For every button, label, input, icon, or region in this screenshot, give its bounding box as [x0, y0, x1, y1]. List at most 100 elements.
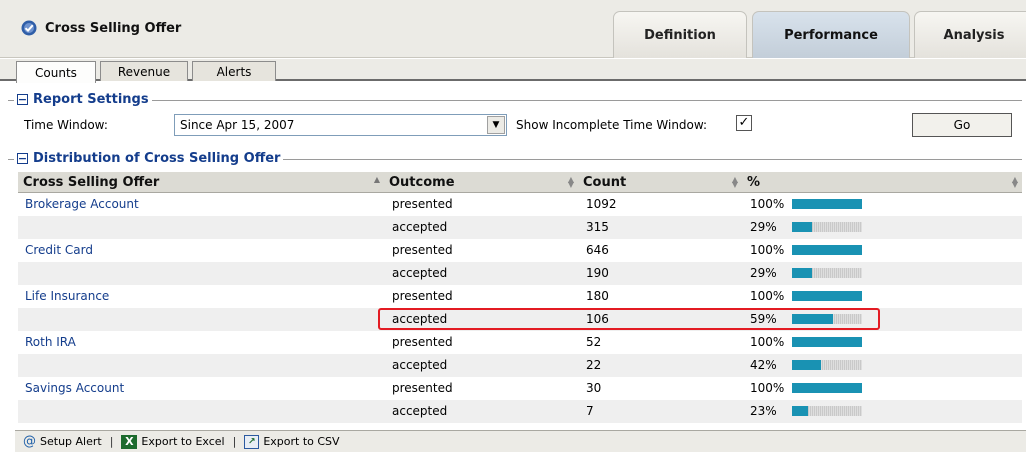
- at-sign-icon: @: [23, 434, 36, 449]
- subtab-revenue[interactable]: Revenue: [100, 61, 188, 81]
- outcome-cell: presented: [392, 197, 453, 211]
- column-header-count-label: Count: [583, 175, 627, 190]
- distribution-title: Distribution of Cross Selling Offer: [33, 151, 281, 166]
- outcome-cell: accepted: [392, 404, 448, 418]
- table-row: accepted 190 29%: [18, 262, 1022, 285]
- time-window-select[interactable]: Since Apr 15, 2007 ▼: [174, 114, 507, 136]
- offer-link[interactable]: Roth IRA: [25, 335, 76, 349]
- report-settings-header[interactable]: − Report Settings: [14, 92, 152, 107]
- percent-bar: [792, 222, 862, 232]
- report-settings-row: Time Window: Since Apr 15, 2007 ▼ Show I…: [0, 110, 1026, 140]
- table-row: Brokerage Account presented 1092 100%: [18, 193, 1022, 216]
- tab-definition-label: Definition: [644, 27, 716, 43]
- percent-bar-fill: [792, 199, 862, 209]
- table-row: Savings Account presented 30 100%: [18, 377, 1022, 400]
- outcome-cell: presented: [392, 289, 453, 303]
- sort-icon: ▲ ▼: [567, 175, 574, 189]
- table-row: accepted 315 29%: [18, 216, 1022, 239]
- collapse-icon[interactable]: −: [17, 94, 28, 105]
- pct-cell: 42%: [750, 358, 777, 372]
- pct-cell: 59%: [750, 312, 777, 326]
- count-cell: 7: [586, 404, 594, 418]
- percent-bar-fill: [792, 360, 821, 370]
- percent-bar: [792, 383, 862, 393]
- column-header-outcome[interactable]: Outcome ▲ ▼: [384, 172, 578, 193]
- count-cell: 180: [586, 289, 609, 303]
- percent-bar: [792, 406, 862, 416]
- app-title-text: Cross Selling Offer: [45, 20, 182, 36]
- outcome-cell: accepted: [392, 266, 448, 280]
- setup-alert-button[interactable]: @ Setup Alert: [23, 434, 102, 449]
- subtab-alerts-label: Alerts: [216, 64, 252, 79]
- subtab-alerts[interactable]: Alerts: [192, 61, 276, 81]
- outcome-cell: accepted: [392, 312, 448, 326]
- tab-performance[interactable]: Performance: [752, 11, 910, 58]
- subtab-revenue-label: Revenue: [117, 64, 171, 79]
- pct-cell: 23%: [750, 404, 777, 418]
- tab-analysis[interactable]: Analysis: [914, 11, 1026, 58]
- distribution-table: Cross Selling Offer ▲ Outcome ▲ ▼ Count ▲…: [18, 172, 1022, 424]
- excel-icon: X: [121, 434, 138, 449]
- count-cell: 1092: [586, 197, 617, 211]
- count-cell: 315: [586, 220, 609, 234]
- incomplete-window-checkbox[interactable]: ✓: [736, 115, 752, 131]
- chevron-down-icon[interactable]: ▼: [487, 116, 505, 134]
- tab-performance-label: Performance: [784, 27, 878, 43]
- percent-bar-fill: [792, 222, 812, 232]
- footer-separator: |: [232, 435, 237, 448]
- subtab-counts[interactable]: Counts: [16, 61, 96, 83]
- setup-alert-label: Setup Alert: [40, 435, 102, 448]
- column-header-count[interactable]: Count ▲ ▼: [578, 172, 742, 193]
- table-row: Life Insurance presented 180 100%: [18, 285, 1022, 308]
- header-bar: Cross Selling Offer Definition Performan…: [0, 0, 1026, 58]
- distribution-header[interactable]: − Distribution of Cross Selling Offer: [14, 151, 284, 166]
- export-csv-label: Export to CSV: [263, 435, 340, 448]
- percent-bar-fill: [792, 314, 833, 324]
- export-csv-button[interactable]: ↗ Export to CSV: [244, 434, 340, 449]
- pct-cell: 29%: [750, 266, 777, 280]
- pct-cell: 29%: [750, 220, 777, 234]
- table-row: accepted 7 23%: [18, 400, 1022, 423]
- column-header-offer[interactable]: Cross Selling Offer ▲: [18, 172, 384, 193]
- subtab-bar: Counts Revenue Alerts: [0, 59, 1026, 83]
- table-row: accepted 106 59%: [18, 308, 1022, 331]
- outcome-cell: accepted: [392, 220, 448, 234]
- column-header-pct-label: %: [747, 175, 761, 190]
- table-row: accepted 22 42%: [18, 354, 1022, 377]
- percent-bar-fill: [792, 291, 862, 301]
- pct-cell: 100%: [750, 335, 785, 349]
- offer-link[interactable]: Life Insurance: [25, 289, 109, 303]
- app-window: Cross Selling Offer Definition Performan…: [0, 0, 1026, 452]
- pct-cell: 100%: [750, 289, 785, 303]
- percent-bar: [792, 245, 862, 255]
- subtab-counts-label: Counts: [35, 65, 77, 80]
- pct-cell: 100%: [750, 243, 785, 257]
- column-header-offer-label: Cross Selling Offer: [23, 175, 160, 190]
- offer-link[interactable]: Credit Card: [25, 243, 93, 257]
- footer-toolbar: @ Setup Alert | X Export to Excel | ↗ Ex…: [15, 430, 1026, 452]
- count-cell: 106: [586, 312, 609, 326]
- column-header-pct[interactable]: % ▲ ▼: [742, 172, 1022, 193]
- tab-definition[interactable]: Definition: [613, 11, 747, 58]
- go-button[interactable]: Go: [912, 113, 1012, 137]
- report-settings-divider: [8, 100, 1022, 101]
- pct-cell: 100%: [750, 197, 785, 211]
- export-excel-button[interactable]: X Export to Excel: [121, 434, 225, 449]
- percent-bar-fill: [792, 383, 862, 393]
- percent-bar: [792, 314, 862, 324]
- sort-icon: ▲ ▼: [1011, 175, 1018, 189]
- outcome-cell: presented: [392, 381, 453, 395]
- table-header: Cross Selling Offer ▲ Outcome ▲ ▼ Count ▲…: [18, 172, 1022, 193]
- offer-link[interactable]: Brokerage Account: [25, 197, 139, 211]
- table-row: Credit Card presented 646 100%: [18, 239, 1022, 262]
- percent-bar-fill: [792, 337, 862, 347]
- offer-link[interactable]: Savings Account: [25, 381, 124, 395]
- percent-bar-fill: [792, 268, 812, 278]
- collapse-icon[interactable]: −: [17, 153, 28, 164]
- table-row: Roth IRA presented 52 100%: [18, 331, 1022, 354]
- sort-asc-icon: ▲: [373, 175, 380, 184]
- report-settings-title: Report Settings: [33, 92, 149, 107]
- percent-bar: [792, 199, 862, 209]
- go-button-label: Go: [953, 118, 971, 132]
- footer-separator: |: [109, 435, 114, 448]
